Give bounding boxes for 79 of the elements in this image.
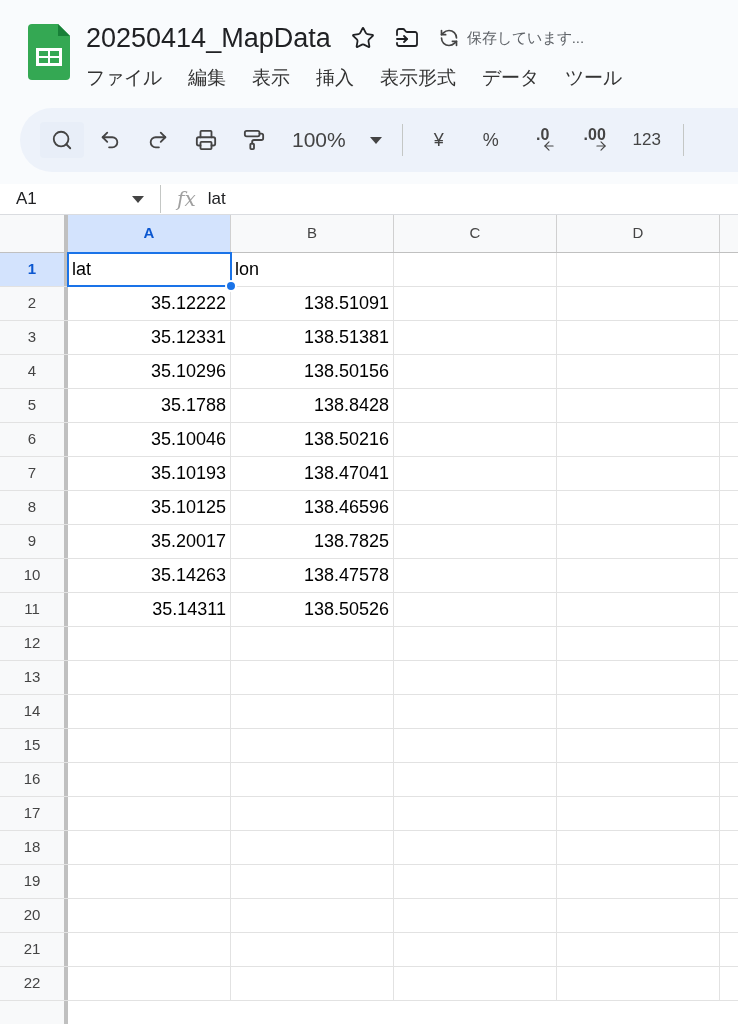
menu-item[interactable]: 表示形式 [380,63,456,93]
table-cell[interactable]: 138.50156 [231,355,394,388]
save-status: 保存しています... [466,27,585,48]
row-header[interactable]: 12 [0,627,68,660]
redo-icon [147,129,169,151]
table-cell[interactable]: 138.7825 [231,525,394,558]
row-header[interactable]: 19 [0,865,68,898]
fill-handle[interactable] [225,280,237,292]
row-header[interactable]: 1 [0,253,68,286]
row-header[interactable]: 4 [0,355,68,388]
table-cell[interactable]: 138.51091 [231,287,394,320]
search-icon [51,129,73,151]
column-header[interactable]: D [557,215,720,252]
increase-decimal-button[interactable]: .00 [570,122,619,158]
table-cell[interactable]: 138.46596 [231,491,394,524]
currency-format-button[interactable]: ¥ [414,122,463,158]
table-cell[interactable]: 138.50526 [231,593,394,626]
row-header[interactable]: 18 [0,831,68,864]
zoom-dropdown[interactable]: 100% [280,122,390,158]
table-cell[interactable]: 35.10125 [68,491,231,524]
table-cell[interactable]: 138.47578 [231,559,394,592]
star-icon[interactable] [350,26,375,50]
row-header[interactable]: 7 [0,457,68,490]
dropdown-caret-icon [369,136,382,144]
menu-item[interactable]: データ [482,63,539,93]
row-header[interactable]: 11 [0,593,68,626]
column-header[interactable]: A [68,215,231,252]
menu-item[interactable]: 編集 [188,63,226,93]
sync-icon[interactable] [438,28,459,48]
table-cell[interactable]: 138.8428 [231,389,394,422]
row-header[interactable]: 20 [0,899,68,932]
menu-item[interactable]: ツール [565,63,622,93]
percent-format-button[interactable]: % [466,122,515,158]
table-cell[interactable]: lon [231,253,394,286]
name-box[interactable]: A1 [0,186,160,212]
row-header[interactable]: 22 [0,967,68,1000]
spreadsheet-logo-icon[interactable] [28,24,70,80]
row-header[interactable]: 21 [0,933,68,966]
fx-icon: fx [177,184,196,214]
undo-icon [99,129,121,151]
row-header[interactable]: 2 [0,287,68,320]
move-folder-icon[interactable] [394,26,419,50]
document-title[interactable]: 20250414_MapData [86,17,331,59]
row-header[interactable]: 3 [0,321,68,354]
table-cell[interactable]: 35.20017 [68,525,231,558]
row-header[interactable]: 5 [0,389,68,422]
table-cell[interactable]: 138.51381 [231,321,394,354]
table-cell[interactable]: lat [68,253,231,286]
table-cell[interactable]: 35.14263 [68,559,231,592]
dropdown-caret-icon [132,195,144,203]
formula-input[interactable]: lat [207,186,738,212]
row-header[interactable]: 17 [0,797,68,830]
row-header[interactable]: 16 [0,763,68,796]
printer-icon [195,129,217,151]
row-header[interactable]: 6 [0,423,68,456]
row-header[interactable]: 15 [0,729,68,762]
table-cell[interactable]: 35.12222 [68,287,231,320]
column-header[interactable]: C [394,215,557,252]
table-cell[interactable]: 35.14311 [68,593,231,626]
row-header[interactable]: 10 [0,559,68,592]
table-cell[interactable]: 138.50216 [231,423,394,456]
table-cell[interactable]: 35.1788 [68,389,231,422]
row-header[interactable]: 14 [0,695,68,728]
menu-item[interactable]: ファイル [86,63,162,93]
row-header[interactable]: 9 [0,525,68,558]
row-header[interactable]: 8 [0,491,68,524]
table-cell[interactable]: 35.10046 [68,423,231,456]
paint-roller-icon [243,129,265,151]
table-cell[interactable]: 35.12331 [68,321,231,354]
table-cell[interactable]: 138.47041 [231,457,394,490]
decrease-decimal-button[interactable]: .0 [518,122,567,158]
search-button[interactable] [40,122,84,158]
row-header[interactable]: 13 [0,661,68,694]
menu-item[interactable]: 表示 [252,63,290,93]
number-format-button[interactable]: 123 [622,122,671,158]
table-cell[interactable]: 35.10193 [68,457,231,490]
menu-item[interactable]: 挿入 [316,63,354,93]
table-cell[interactable]: 35.10296 [68,355,231,388]
column-header[interactable]: B [231,215,394,252]
